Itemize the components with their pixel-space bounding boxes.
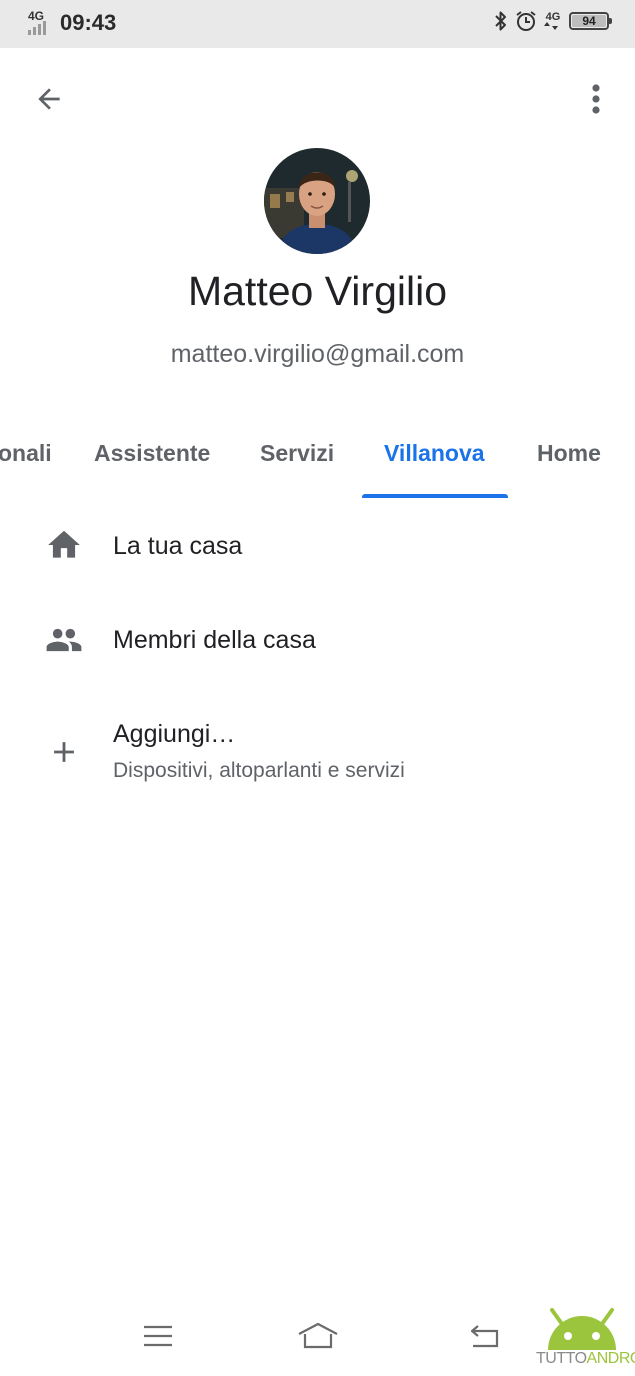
signal-icon: 4G bbox=[26, 9, 54, 35]
tab-villanova[interactable]: Villanova bbox=[384, 440, 485, 467]
list-item-title: Aggiungi… bbox=[113, 720, 236, 748]
list-item-subtitle: Dispositivi, altoparlanti e servizi bbox=[113, 759, 405, 782]
avatar[interactable] bbox=[264, 148, 370, 254]
network-type-label-right: 4G bbox=[545, 11, 561, 23]
watermark-part1: TUTTO bbox=[536, 1350, 587, 1367]
home-nav-button[interactable] bbox=[288, 1316, 348, 1356]
profile-name: Matteo Virgilio bbox=[187, 268, 448, 314]
tab-bar: onali Assistente Servizi Villanova Home bbox=[0, 420, 635, 498]
list-item-la-tua-casa[interactable]: La tua casa bbox=[0, 512, 635, 582]
status-time: 09:43 bbox=[60, 10, 117, 35]
bluetooth-icon bbox=[495, 11, 506, 31]
watermark-logo: TUTTOANDROID bbox=[532, 1306, 635, 1376]
tab-personali[interactable]: onali bbox=[0, 440, 52, 467]
arrow-back-icon bbox=[38, 88, 60, 110]
tab-assistente[interactable]: Assistente bbox=[94, 440, 210, 467]
home-nav-icon bbox=[298, 1322, 338, 1349]
tab-home[interactable]: Home bbox=[537, 440, 601, 467]
alarm-icon bbox=[516, 11, 536, 31]
menu-button[interactable] bbox=[128, 1316, 188, 1356]
battery-level: 94 bbox=[582, 14, 596, 28]
list-item-title: Membri della casa bbox=[113, 626, 316, 654]
more-vert-icon bbox=[592, 84, 600, 114]
people-icon bbox=[44, 620, 84, 660]
back-button[interactable] bbox=[28, 78, 70, 120]
tab-servizi[interactable]: Servizi bbox=[260, 440, 334, 467]
list-item-aggiungi[interactable]: Aggiungi… Dispositivi, altoparlanti e se… bbox=[0, 700, 635, 800]
status-bar: 4G 09:43 4G 94 bbox=[0, 0, 635, 48]
list-item-title: La tua casa bbox=[113, 532, 243, 560]
active-tab-indicator bbox=[362, 494, 508, 498]
status-left: 4G 09:43 bbox=[26, 9, 117, 36]
menu-icon bbox=[144, 1325, 172, 1347]
profile-email: matteo.virgilio@gmail.com bbox=[170, 340, 465, 368]
network-indicator: 4G bbox=[544, 12, 562, 30]
android-robot-icon bbox=[548, 1308, 616, 1350]
back-nav-button[interactable] bbox=[454, 1316, 514, 1356]
list-item-membri-della-casa[interactable]: Membri della casa bbox=[0, 606, 635, 676]
watermark-part2: ANDROID bbox=[586, 1350, 635, 1367]
watermark-text: TUTTOANDROID bbox=[536, 1350, 635, 1368]
home-icon bbox=[44, 525, 84, 565]
add-icon bbox=[44, 732, 84, 772]
more-options-button[interactable] bbox=[576, 78, 616, 120]
back-nav-icon bbox=[470, 1325, 499, 1348]
status-right: 4G 94 bbox=[494, 10, 612, 32]
battery-icon: 94 bbox=[569, 12, 612, 30]
